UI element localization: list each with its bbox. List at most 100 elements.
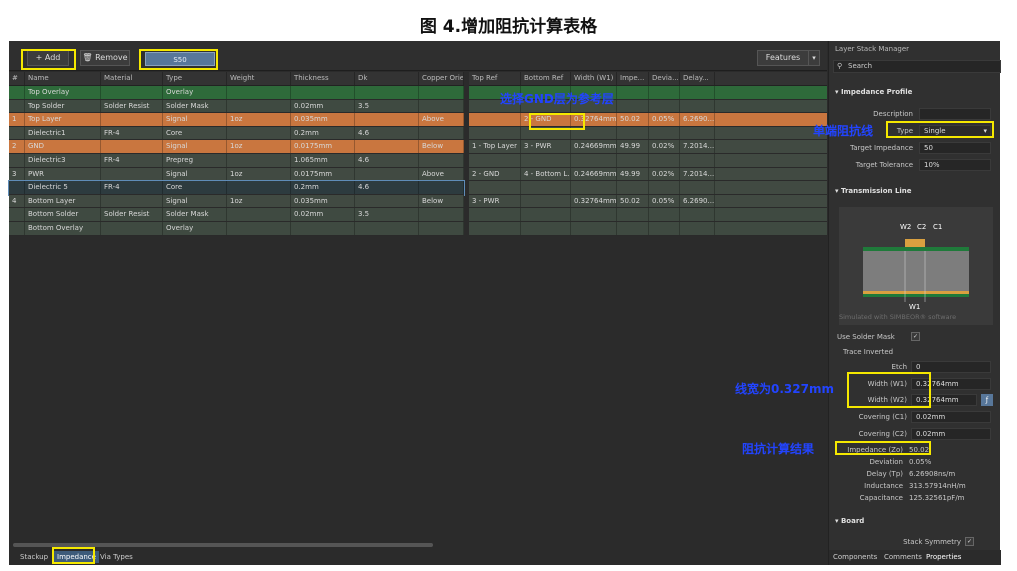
table-row[interactable]	[469, 181, 827, 195]
tab-comments[interactable]: Comments	[884, 553, 922, 561]
left-header-num[interactable]: #	[9, 72, 25, 85]
stack-cell-type[interactable]: Signal	[163, 167, 227, 181]
stack-cell-orient[interactable]: Below	[419, 194, 464, 208]
stack-cell-weight[interactable]	[227, 99, 291, 113]
impedance-cell-delay[interactable]	[680, 99, 715, 113]
impedance-cell-dev[interactable]	[649, 86, 680, 99]
impedance-profile-section[interactable]: ▾ Impedance Profile	[835, 88, 912, 96]
table-row[interactable]: Dielectric1 FR-4 Core 0.2mm 4.6	[9, 126, 464, 141]
description-field[interactable]	[919, 108, 991, 120]
impedance-cell-dev[interactable]	[649, 221, 680, 235]
covering-c1-field[interactable]: 0.02mm	[911, 411, 991, 423]
impedance-cell-bottom[interactable]	[521, 194, 571, 208]
left-header-material[interactable]: Material	[101, 72, 163, 85]
table-row[interactable]	[469, 153, 827, 168]
stack-cell-material[interactable]	[101, 140, 163, 153]
impedance-cell-delay[interactable]	[680, 181, 715, 194]
stack-cell-weight[interactable]	[227, 86, 291, 99]
impedance-cell-imp[interactable]	[617, 208, 649, 221]
stack-cell-num[interactable]	[9, 221, 25, 235]
stack-cell-orient[interactable]: Above	[419, 113, 464, 126]
right-header-imp[interactable]: Impe...	[617, 72, 649, 85]
stack-cell-weight[interactable]: 1oz	[227, 194, 291, 208]
impedance-cell-width[interactable]	[571, 221, 617, 235]
impedance-cell-bottom[interactable]	[521, 221, 571, 235]
stack-cell-material[interactable]: FR-4	[101, 181, 163, 194]
stack-cell-num[interactable]	[9, 126, 25, 140]
impedance-cell-bottom[interactable]: 3 - PWR	[521, 140, 571, 153]
impedance-cell-width[interactable]	[571, 208, 617, 221]
table-row[interactable]: 4 Bottom Layer Signal 1oz 0.035mm Below	[9, 194, 464, 209]
left-header-name[interactable]: Name	[25, 72, 101, 85]
stack-cell-orient[interactable]	[419, 153, 464, 167]
stack-cell-name[interactable]: Top Overlay	[25, 86, 101, 99]
impedance-cell-top[interactable]	[469, 208, 521, 221]
stack-cell-dk[interactable]	[355, 113, 419, 126]
impedance-cell-delay[interactable]	[680, 126, 715, 140]
chevron-down-icon[interactable]: ▾	[808, 50, 820, 66]
impedance-cell-imp[interactable]	[617, 153, 649, 167]
tab-stackup[interactable]: Stackup	[17, 551, 51, 563]
stack-cell-dk[interactable]	[355, 140, 419, 153]
impedance-cell-dev[interactable]	[649, 126, 680, 140]
impedance-cell-dev[interactable]	[649, 181, 680, 194]
impedance-cell-bottom[interactable]	[521, 181, 571, 194]
impedance-cell-top[interactable]: 2 - GND	[469, 167, 521, 181]
stack-cell-name[interactable]: Bottom Layer	[25, 194, 101, 208]
use-solder-mask-checkbox[interactable]: ✓	[911, 332, 920, 341]
stack-cell-dk[interactable]: 4.6	[355, 181, 419, 194]
stack-cell-thickness[interactable]: 0.02mm	[291, 208, 355, 221]
impedance-cell-dev[interactable]: 0.05%	[649, 113, 680, 126]
stack-cell-orient[interactable]	[419, 99, 464, 113]
stack-cell-type[interactable]: Signal	[163, 113, 227, 126]
impedance-cell-imp[interactable]	[617, 181, 649, 194]
stack-cell-weight[interactable]	[227, 153, 291, 167]
stack-cell-thickness[interactable]: 1.065mm	[291, 153, 355, 167]
stack-cell-type[interactable]: Overlay	[163, 86, 227, 99]
stack-cell-dk[interactable]	[355, 167, 419, 181]
stack-cell-orient[interactable]	[419, 208, 464, 221]
left-header-thickness[interactable]: Thickness	[291, 72, 355, 85]
stack-symmetry-checkbox[interactable]: ✓	[965, 537, 974, 546]
right-header-dev[interactable]: Devia...	[649, 72, 680, 85]
stack-cell-name[interactable]: Dielectric3	[25, 153, 101, 167]
stack-cell-orient[interactable]	[419, 181, 464, 194]
tab-components[interactable]: Components	[833, 553, 877, 561]
board-section[interactable]: ▾ Board	[835, 517, 864, 525]
stack-cell-dk[interactable]: 3.5	[355, 99, 419, 113]
stack-cell-name[interactable]: Dielectric1	[25, 126, 101, 140]
stack-cell-thickness[interactable]: 0.035mm	[291, 194, 355, 208]
impedance-cell-imp[interactable]: 50.02	[617, 194, 649, 208]
stack-cell-num[interactable]: 4	[9, 194, 25, 208]
impedance-cell-dev[interactable]: 0.05%	[649, 194, 680, 208]
stack-cell-dk[interactable]	[355, 86, 419, 99]
table-row[interactable]: 3 - PWR 0.32764mm 50.02 0.05% 6.2690...	[469, 194, 827, 209]
table-row[interactable]: 2 - GND 0.32764mm 50.02 0.05% 6.2690...	[469, 113, 827, 127]
stack-cell-orient[interactable]: Below	[419, 140, 464, 153]
target-impedance-field[interactable]: 50	[919, 142, 991, 154]
impedance-cell-dev[interactable]: 0.02%	[649, 167, 680, 181]
impedance-cell-imp[interactable]: 50.02	[617, 113, 649, 126]
stack-cell-weight[interactable]	[227, 208, 291, 221]
stack-cell-thickness[interactable]: 0.035mm	[291, 113, 355, 126]
stack-cell-dk[interactable]	[355, 221, 419, 235]
table-row[interactable]: 1 Top Layer Signal 1oz 0.035mm Above	[9, 113, 464, 127]
stack-cell-dk[interactable]: 4.6	[355, 126, 419, 140]
impedance-cell-dev[interactable]	[649, 99, 680, 113]
stack-cell-num[interactable]: 3	[9, 167, 25, 181]
left-header-orient[interactable]: Copper Orie	[419, 72, 464, 85]
stack-cell-weight[interactable]	[227, 181, 291, 194]
stack-cell-orient[interactable]	[419, 221, 464, 235]
stack-cell-material[interactable]	[101, 194, 163, 208]
stack-cell-weight[interactable]: 1oz	[227, 140, 291, 153]
stack-cell-orient[interactable]	[419, 126, 464, 140]
impedance-cell-delay[interactable]: 6.2690...	[680, 194, 715, 208]
stack-cell-material[interactable]: FR-4	[101, 126, 163, 140]
left-header-weight[interactable]: Weight	[227, 72, 291, 85]
impedance-cell-bottom[interactable]: 4 - Bottom L...	[521, 167, 571, 181]
stack-cell-thickness[interactable]: 0.0175mm	[291, 167, 355, 181]
stack-cell-type[interactable]: Signal	[163, 194, 227, 208]
stack-cell-thickness[interactable]: 0.2mm	[291, 181, 355, 194]
tab-properties[interactable]: Properties	[926, 553, 961, 561]
impedance-cell-delay[interactable]	[680, 208, 715, 221]
